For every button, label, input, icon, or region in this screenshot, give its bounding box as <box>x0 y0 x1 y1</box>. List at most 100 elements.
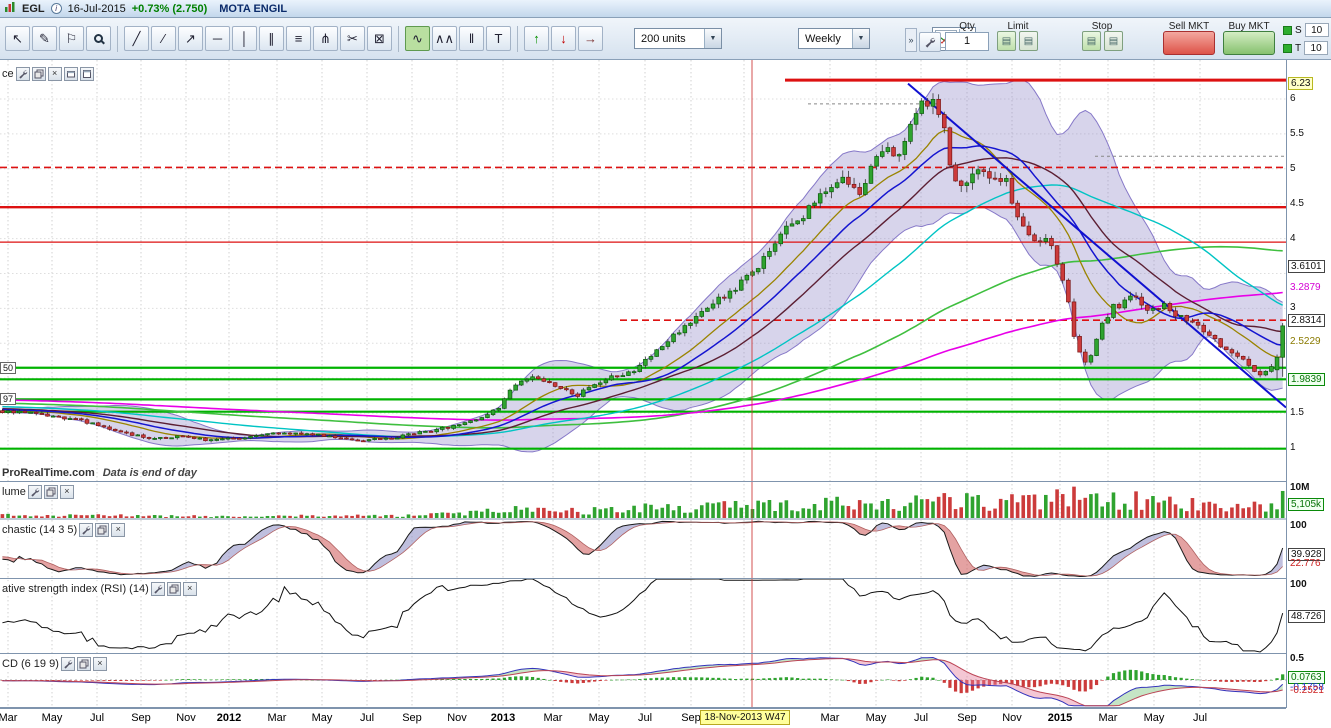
scissors-tool[interactable]: ✂ <box>340 26 365 51</box>
parallel-lines-tool[interactable]: ∥ <box>259 26 284 51</box>
limit-sell-button[interactable]: ▤ <box>1019 31 1038 51</box>
ray-tool[interactable]: ↗ <box>178 26 203 51</box>
duplicate-button[interactable] <box>44 485 58 499</box>
t-value-input[interactable]: 10 <box>1304 41 1328 55</box>
delete-tool[interactable]: ⊠ <box>367 26 392 51</box>
maximize-button[interactable] <box>80 67 94 81</box>
chart-canvas[interactable] <box>0 60 1286 708</box>
zigzag-chart-mode[interactable]: ∧∧ <box>432 26 457 51</box>
close-button[interactable]: × <box>48 67 62 81</box>
rsi-axis-label: 48.726 <box>1288 610 1325 623</box>
zoom-tool[interactable] <box>86 26 111 51</box>
timeframe-select[interactable]: Weekly ▼ <box>798 28 870 49</box>
settings-button[interactable] <box>151 582 165 596</box>
x-axis-label: 2013 <box>491 712 515 724</box>
x-axis-label: May <box>1144 712 1165 724</box>
qty-input[interactable]: 1 <box>945 32 989 51</box>
macd-panel-title: CD (6 19 9) <box>2 658 59 670</box>
copy-icon <box>97 525 107 535</box>
up-arrow-tool[interactable]: ↑ <box>524 26 549 51</box>
close-button[interactable]: × <box>183 582 197 596</box>
time-axis[interactable]: MarMayJulSepNov2012MarMayJulSepNov2013Ma… <box>0 708 1286 728</box>
chevron-down-icon[interactable]: ▼ <box>852 29 869 48</box>
duplicate-button[interactable] <box>167 582 181 596</box>
bar-chart-mode[interactable]: ‖ <box>459 26 484 51</box>
maximize-icon <box>82 69 92 79</box>
pointer-tool[interactable]: ↖ <box>5 26 30 51</box>
toolbar-separator <box>117 26 118 52</box>
buy-mkt-button[interactable] <box>1223 31 1275 55</box>
price-axis-label: 2.8314 <box>1288 314 1325 327</box>
watermark: ProRealTime.comData is end of day <box>2 467 197 479</box>
info-icon[interactable]: i <box>51 3 62 14</box>
restore-button[interactable] <box>64 67 78 81</box>
alarm-tool[interactable]: ⚐ <box>59 26 84 51</box>
chart-area: ce × lume × chastic (14 3 5) × ative str… <box>0 60 1331 728</box>
app-icon <box>4 1 16 16</box>
x-axis-label: May <box>589 712 610 724</box>
target-indicator-icon[interactable] <box>1283 44 1292 53</box>
s-value-input[interactable]: 10 <box>1305 23 1329 37</box>
close-icon: × <box>97 659 102 668</box>
watermark-brand: ProRealTime.com <box>2 467 95 479</box>
collapse-panel-button[interactable]: » <box>905 28 917 52</box>
pencil-tool[interactable]: ✎ <box>32 26 57 51</box>
x-axis-label: Mar <box>821 712 840 724</box>
x-axis-label: Mar <box>0 712 17 724</box>
stop-buy-button[interactable]: ▤ <box>1082 31 1101 51</box>
sell-mkt-button[interactable] <box>1163 31 1215 55</box>
chevron-down-icon[interactable]: ▼ <box>704 29 721 48</box>
units-value: 200 units <box>641 33 698 45</box>
duplicate-button[interactable] <box>77 657 91 671</box>
timeframe-value: Weekly <box>805 33 846 45</box>
stop-indicator-icon[interactable] <box>1283 26 1292 35</box>
order-panel: » Qty 1 Limit ▤ ▤ Stop ▤ ▤ Sell MKT Buy … <box>905 19 1331 59</box>
price-axis-label: 1 <box>1290 442 1296 453</box>
stop-sell-button[interactable]: ▤ <box>1104 31 1123 51</box>
quote-change: +0.73% (2.750) <box>132 3 208 15</box>
ticker-symbol: EGL <box>22 3 45 15</box>
down-arrow-tool[interactable]: ↓ <box>551 26 576 51</box>
price-axis-label: 4 <box>1290 233 1296 244</box>
price-axis-label: 1.5 <box>1290 407 1304 418</box>
close-button[interactable]: × <box>60 485 74 499</box>
text-tool[interactable]: T <box>486 26 511 51</box>
wrench-icon <box>81 525 91 535</box>
wrench-icon <box>18 69 28 79</box>
rsi-panel-header: ative strength index (RSI) (14) × <box>0 581 199 596</box>
restore-icon <box>66 69 76 79</box>
close-button[interactable]: × <box>93 657 107 671</box>
volume-panel-title: lume <box>2 486 26 498</box>
pitchfork-tool[interactable]: ⋔ <box>313 26 338 51</box>
x-axis-label: May <box>312 712 333 724</box>
stochastic-axis-label: 100 <box>1290 520 1307 531</box>
settings-button[interactable] <box>16 67 30 81</box>
limit-buy-button[interactable]: ▤ <box>997 31 1016 51</box>
order-settings-button[interactable] <box>919 32 941 52</box>
volume-panel-header: lume × <box>0 484 76 499</box>
hline-tool[interactable]: ─ <box>205 26 230 51</box>
stochastic-axis-label: 22.776 <box>1290 558 1321 569</box>
settings-button[interactable] <box>61 657 75 671</box>
segment-tool[interactable]: ∕ <box>151 26 176 51</box>
x-axis-label: Jul <box>638 712 652 724</box>
x-axis-label: Nov <box>447 712 467 724</box>
price-axis[interactable]: 6.2365.554.543.61013.287932.83142.522921… <box>1286 60 1331 708</box>
duplicate-button[interactable] <box>32 67 46 81</box>
settings-button[interactable] <box>79 523 93 537</box>
quote-date: 16-Jul-2015 <box>68 3 126 15</box>
right-arrow-tool[interactable]: → <box>578 26 603 51</box>
level-value-label: 97 <box>0 393 16 405</box>
price-panel-title: ce <box>2 68 14 80</box>
line-chart-mode[interactable]: ∿ <box>405 26 430 51</box>
close-button[interactable]: × <box>111 523 125 537</box>
stochastic-panel-header: chastic (14 3 5) × <box>0 522 127 537</box>
copy-icon <box>79 659 89 669</box>
units-select[interactable]: 200 units ▼ <box>634 28 722 49</box>
settings-button[interactable] <box>28 485 42 499</box>
trendline-tool[interactable]: ╱ <box>124 26 149 51</box>
fibonacci-tool[interactable]: ≡ <box>286 26 311 51</box>
vline-tool[interactable]: │ <box>232 26 257 51</box>
x-axis-label: 2015 <box>1048 712 1072 724</box>
duplicate-button[interactable] <box>95 523 109 537</box>
